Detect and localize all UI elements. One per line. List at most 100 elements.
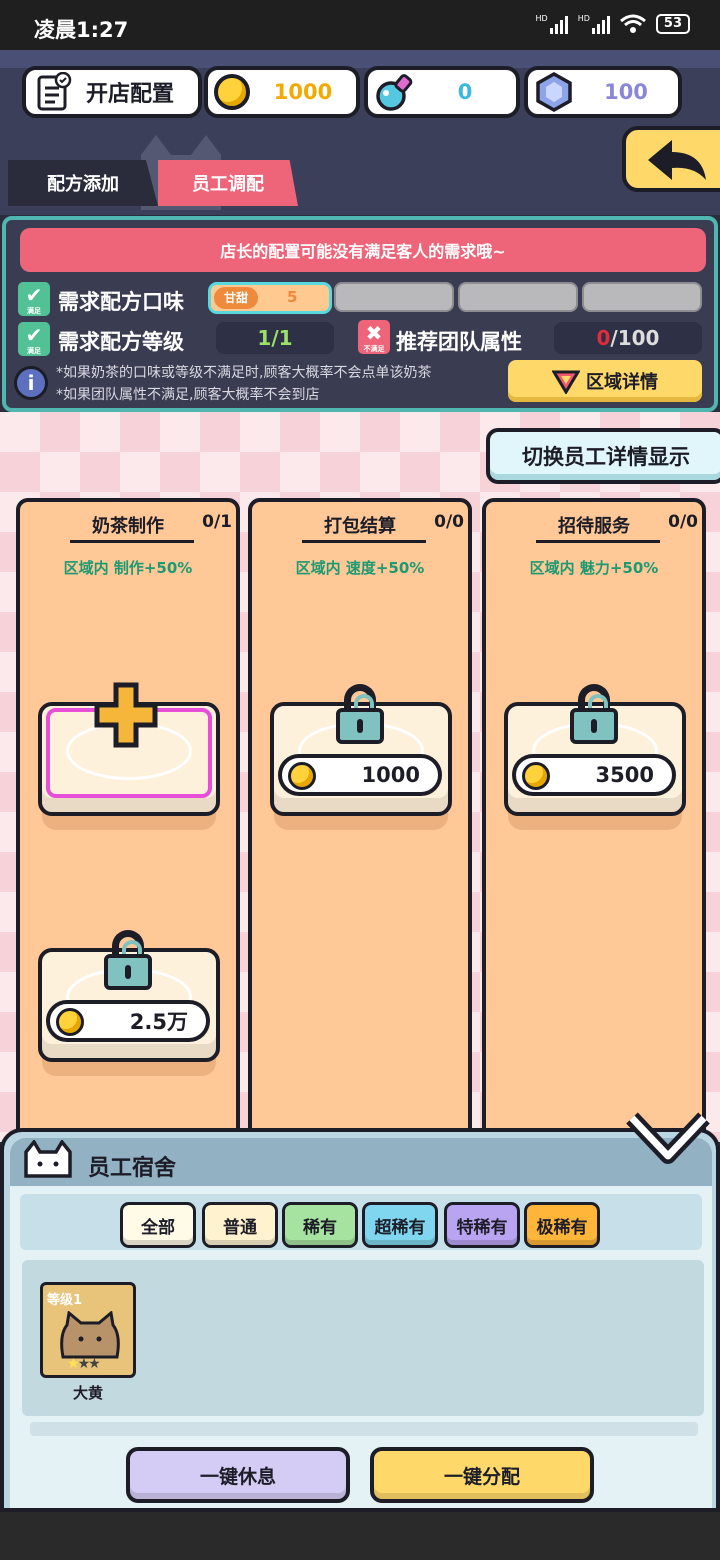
- signal-1-icon: HD: [536, 14, 568, 34]
- flavor-slot-1[interactable]: 甘甜 5: [208, 282, 332, 314]
- seat-locked[interactable]: 3500: [504, 684, 686, 830]
- filter-super-rare[interactable]: 超稀有: [362, 1202, 438, 1248]
- seat-empty-add[interactable]: [38, 682, 220, 830]
- cat-avatar-icon: [60, 1311, 120, 1359]
- info-icon[interactable]: i: [14, 366, 48, 400]
- filter-ultra-rare[interactable]: 极稀有: [524, 1202, 600, 1248]
- signal-2-icon: HD: [578, 14, 610, 34]
- gem-icon: [536, 71, 572, 113]
- flavor-slot-4[interactable]: [582, 282, 702, 312]
- level-label: 需求配方等级: [58, 330, 184, 354]
- screen: 凌晨1:27 HD HD 53 开店配置 1000 0 100 配方添加 员工调…: [0, 0, 720, 1560]
- title-pill: 开店配置: [22, 66, 202, 118]
- tab-staff-assign-label: 员工调配: [192, 174, 264, 195]
- column-title-underline: [302, 540, 426, 543]
- column-bonus: 区域内 制作+50%: [63, 559, 193, 577]
- gem-pill[interactable]: 100: [524, 66, 682, 118]
- assign-all-button[interactable]: 一键分配: [370, 1447, 594, 1503]
- staff-card[interactable]: 等级1 ★★★: [40, 1282, 136, 1378]
- potion-count: 0: [457, 80, 473, 104]
- switch-detail-button[interactable]: 切换员工详情显示: [486, 428, 720, 484]
- team-status: 不满足: [363, 345, 385, 353]
- back-arrow-icon: [648, 140, 706, 180]
- lock-icon: [104, 930, 152, 990]
- coin-pill[interactable]: 1000: [204, 66, 360, 118]
- scrollbar[interactable]: [30, 1422, 698, 1436]
- area-details-button[interactable]: 区域详情: [508, 360, 702, 402]
- status-icons: HD HD 53: [536, 14, 690, 34]
- cat-face-icon: [24, 1140, 72, 1178]
- coin-icon: [288, 762, 316, 790]
- warning-banner: 店长的配置可能没有满足客人的需求哦~: [20, 228, 706, 272]
- unlock-price: 3500: [512, 754, 676, 796]
- page-title: 开店配置: [86, 82, 175, 107]
- switch-detail-label: 切换员工详情显示: [522, 445, 690, 469]
- column-title-underline: [536, 540, 660, 543]
- signal-1-label: HD: [535, 14, 548, 23]
- flavor-tag: 甘甜: [214, 287, 258, 309]
- coin-icon: [522, 762, 550, 790]
- plus-icon: [94, 682, 158, 748]
- status-bar: 凌晨1:27 HD HD 53: [0, 0, 720, 50]
- filter-all[interactable]: 全部: [120, 1202, 196, 1248]
- flavor-value: 5: [287, 288, 298, 306]
- column-count: 0/0: [434, 512, 464, 532]
- coin-icon: [56, 1008, 84, 1036]
- flavor-slot-3[interactable]: [458, 282, 578, 312]
- area-details-label: 区域详情: [586, 372, 658, 393]
- column-hospitality: 招待服务 0/0 区域内 魅力+50% 3500: [482, 498, 706, 1178]
- team-value-box: 0/100: [554, 322, 702, 354]
- lock-icon: [570, 684, 618, 744]
- level-value-box: 1/1: [216, 322, 334, 354]
- filter-common[interactable]: 普通: [202, 1202, 278, 1248]
- column-bonus: 区域内 速度+50%: [295, 559, 425, 577]
- wifi-icon: [619, 14, 646, 33]
- area-marker-icon: [552, 370, 580, 394]
- tab-staff-assign[interactable]: 员工调配: [158, 160, 298, 206]
- unlock-price-value: 1000: [361, 763, 420, 787]
- note-2: *如果团队属性不满足,顾客大概率不会到店: [56, 387, 320, 403]
- battery-icon: 53: [655, 14, 690, 34]
- column-packing-checkout: 打包结算 0/0 区域内 速度+50% 1000: [248, 498, 472, 1178]
- column-title-underline: [70, 540, 194, 543]
- staff-level: 等级1: [47, 1293, 83, 1308]
- level-status: 满足: [27, 347, 41, 355]
- level-check-icon: ✔ 满足: [18, 322, 50, 356]
- rest-all-button[interactable]: 一键休息: [126, 1447, 350, 1503]
- staff-dorm-panel: 员工宿舍 全部 普通 稀有 超稀有 特稀有 极稀有 等级1 ★★★ 大黄: [0, 1112, 720, 1512]
- team-label: 推荐团队属性: [396, 330, 522, 354]
- tab-recipe-add[interactable]: 配方添加: [8, 160, 158, 206]
- signal-2-label: HD: [577, 14, 590, 23]
- seat-locked[interactable]: 1000: [270, 684, 452, 830]
- flavor-slot-2[interactable]: [334, 282, 454, 312]
- filter-special-rare[interactable]: 特稀有: [444, 1202, 520, 1248]
- system-nav-bar: [0, 1512, 720, 1560]
- clipboard-icon: [37, 72, 72, 111]
- status-time: 凌晨1:27: [34, 18, 129, 42]
- star-rating-icon: ★★★: [67, 1356, 101, 1372]
- coin-icon: [214, 74, 250, 110]
- unlock-price: 2.5万: [46, 1000, 210, 1042]
- team-value-total: /100: [610, 326, 660, 350]
- tab-recipe-add-label: 配方添加: [47, 174, 119, 195]
- unlock-price: 1000: [278, 754, 442, 796]
- column-count: 0/0: [668, 512, 698, 532]
- team-value-current: 0: [596, 326, 611, 350]
- dorm-title: 员工宿舍: [88, 1156, 177, 1181]
- flavor-label: 需求配方口味: [58, 290, 184, 314]
- assign-all-label: 一键分配: [443, 1465, 520, 1488]
- team-fail-icon: ✖ 不满足: [358, 320, 390, 354]
- level-value: 1/1: [257, 326, 293, 350]
- back-button[interactable]: [622, 126, 720, 192]
- staff-name: 大黄: [72, 1384, 103, 1402]
- gem-count: 100: [604, 80, 648, 104]
- column-count: 0/1: [202, 512, 232, 532]
- collapse-chevron-icon[interactable]: [626, 1110, 710, 1170]
- filter-rare[interactable]: 稀有: [282, 1202, 358, 1248]
- requirements-panel: 店长的配置可能没有满足客人的需求哦~ ✔ 满足 需求配方口味 甘甜 5 ✔ 满足 需…: [2, 216, 718, 412]
- note-1: *如果奶茶的口味或等级不满足时,顾客大概率不会点单该奶茶: [56, 365, 432, 381]
- lock-icon: [336, 684, 384, 744]
- seat-locked[interactable]: 2.5万: [38, 930, 220, 1076]
- potion-pill[interactable]: 0: [364, 66, 520, 118]
- flavor-check-icon: ✔ 满足: [18, 282, 50, 316]
